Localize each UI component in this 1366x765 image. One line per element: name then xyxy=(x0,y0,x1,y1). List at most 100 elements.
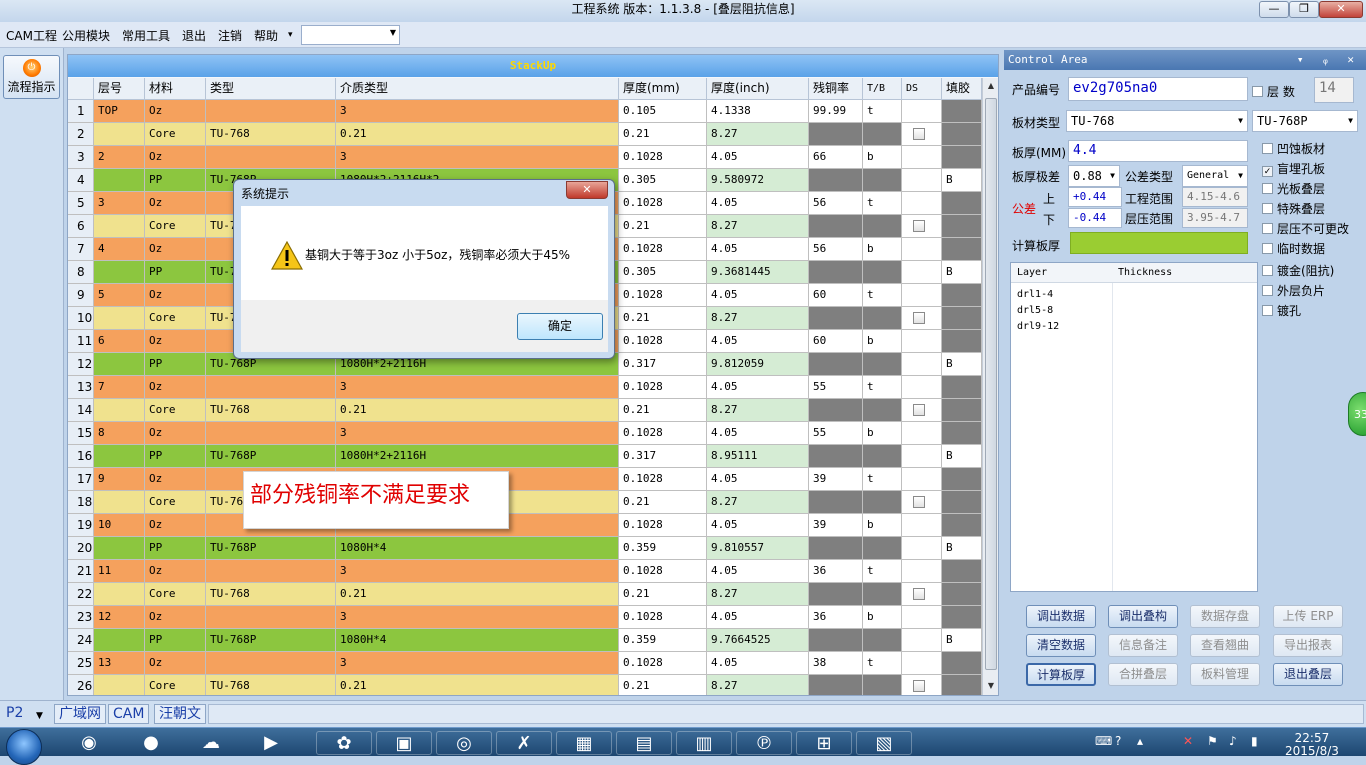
header-thickness-mm[interactable]: 厚度(mm) xyxy=(619,78,707,100)
table-row[interactable]: 25 13 Oz 3 0.1028 4.05 38 t xyxy=(68,652,982,675)
layer-cell[interactable] xyxy=(94,583,145,606)
row-number-cell[interactable]: 1 xyxy=(68,100,94,123)
thickness-mm-cell[interactable]: 0.21 xyxy=(619,215,707,238)
material-cell[interactable]: PP xyxy=(145,353,206,376)
check-special-stack[interactable]: 特殊叠层 xyxy=(1262,200,1325,217)
material-cell[interactable]: Core xyxy=(145,491,206,514)
clock[interactable]: 22:57 2015/8/3 xyxy=(1285,732,1339,758)
table-row[interactable]: 16 PP TU-768P 1080H*2+2116H 0.317 8.95111 B xyxy=(68,445,982,468)
ds-cell[interactable] xyxy=(902,238,942,261)
tb-cell[interactable]: b xyxy=(863,606,902,629)
residual-copper-cell[interactable] xyxy=(809,399,863,422)
dielectric-cell[interactable]: 3 xyxy=(336,376,619,399)
load-data-button[interactable]: 调出数据 xyxy=(1026,605,1096,628)
checkbox-icon[interactable] xyxy=(913,128,925,140)
product-no-field[interactable]: ev2g705na0 xyxy=(1068,77,1248,101)
status-wan[interactable]: 广域网 xyxy=(54,704,106,724)
tb-cell[interactable]: t xyxy=(863,652,902,675)
type-cell[interactable]: TU-768 xyxy=(206,399,336,422)
thickness-inch-cell[interactable]: 4.05 xyxy=(707,606,809,629)
material-cell[interactable]: Oz xyxy=(145,192,206,215)
table-row[interactable]: 13 7 Oz 3 0.1028 4.05 55 t xyxy=(68,376,982,399)
panel-pin-icons[interactable]: ▾ ᵩ ✕ xyxy=(1297,50,1360,70)
residual-copper-cell[interactable]: 66 xyxy=(809,146,863,169)
residual-copper-cell[interactable] xyxy=(809,445,863,468)
flow-indicator-button[interactable]: ⏻ 流程指示 xyxy=(3,55,60,99)
residual-copper-cell[interactable] xyxy=(809,583,863,606)
header-type[interactable]: 类型 xyxy=(206,78,336,100)
row-number-cell[interactable]: 26 xyxy=(68,675,94,695)
ds-cell[interactable] xyxy=(902,284,942,307)
thickness-inch-cell[interactable]: 4.05 xyxy=(707,376,809,399)
row-number-cell[interactable]: 7 xyxy=(68,238,94,261)
material-cell[interactable]: PP xyxy=(145,629,206,652)
layer-cell[interactable]: 12 xyxy=(94,606,145,629)
residual-copper-cell[interactable] xyxy=(809,169,863,192)
layer-cell[interactable]: 13 xyxy=(94,652,145,675)
minimize-button[interactable]: — xyxy=(1259,1,1289,18)
thickness-mm-cell[interactable]: 0.21 xyxy=(619,491,707,514)
row-number-cell[interactable]: 8 xyxy=(68,261,94,284)
scroll-thumb[interactable] xyxy=(985,98,997,670)
layer-cell[interactable]: 3 xyxy=(94,192,145,215)
thickness-inch-cell[interactable]: 4.1338 xyxy=(707,100,809,123)
menu-overflow-arrow[interactable]: ▾ xyxy=(288,30,293,40)
layer-cell[interactable]: 9 xyxy=(94,468,145,491)
thickness-mm-cell[interactable]: 0.105 xyxy=(619,100,707,123)
dielectric-cell[interactable]: 3 xyxy=(336,652,619,675)
thickness-mm-cell[interactable]: 0.359 xyxy=(619,537,707,560)
tb-cell[interactable] xyxy=(863,169,902,192)
table-row[interactable]: 1 TOP Oz 3 0.105 4.1338 99.99 t xyxy=(68,100,982,123)
material-cell[interactable]: Core xyxy=(145,399,206,422)
thickness-inch-cell[interactable]: 8.27 xyxy=(707,491,809,514)
tb-cell[interactable] xyxy=(863,675,902,695)
type-cell[interactable] xyxy=(206,606,336,629)
type-cell[interactable] xyxy=(206,100,336,123)
status-p2[interactable]: P2 xyxy=(6,704,23,724)
residual-copper-cell[interactable] xyxy=(809,261,863,284)
dielectric-cell[interactable]: 1080H*4 xyxy=(336,629,619,652)
type-cell[interactable] xyxy=(206,422,336,445)
residual-copper-cell[interactable]: 39 xyxy=(809,468,863,491)
start-button[interactable] xyxy=(6,729,42,765)
residual-copper-cell[interactable] xyxy=(809,675,863,695)
ds-cell[interactable] xyxy=(902,629,942,652)
row-number-cell[interactable]: 23 xyxy=(68,606,94,629)
check-gold-impedance[interactable]: 镀金(阻抗) xyxy=(1262,262,1334,279)
type-cell[interactable] xyxy=(206,146,336,169)
thickness-inch-cell[interactable]: 4.05 xyxy=(707,422,809,445)
table-row[interactable]: 24 PP TU-768P 1080H*4 0.359 9.7664525 B xyxy=(68,629,982,652)
row-number-cell[interactable]: 5 xyxy=(68,192,94,215)
dielectric-cell[interactable]: 0.21 xyxy=(336,399,619,422)
header-residual-copper[interactable]: 残铜率 xyxy=(809,78,863,100)
menu-combo-box[interactable]: ▼ xyxy=(301,25,400,45)
header-tb[interactable]: T/B xyxy=(863,78,902,100)
check-etchback-board[interactable]: 凹蚀板材 xyxy=(1262,140,1325,157)
table-row[interactable]: 22 Core TU-768 0.21 0.21 8.27 xyxy=(68,583,982,606)
thickness-inch-cell[interactable]: 8.27 xyxy=(707,675,809,695)
eye-app-icon[interactable]: ◎ xyxy=(436,731,492,755)
fill-cell[interactable] xyxy=(942,284,982,307)
ds-cell[interactable] xyxy=(902,100,942,123)
thickness-mm-cell[interactable]: 0.359 xyxy=(619,629,707,652)
ds-cell[interactable] xyxy=(902,330,942,353)
thickness-mm-cell[interactable]: 0.1028 xyxy=(619,422,707,445)
residual-copper-cell[interactable]: 39 xyxy=(809,514,863,537)
table-row[interactable]: 179Oz30.10284.0539t xyxy=(68,468,982,491)
material-cell[interactable]: Oz xyxy=(145,330,206,353)
thickness-mm-cell[interactable]: 0.21 xyxy=(619,675,707,695)
tb-cell[interactable] xyxy=(863,215,902,238)
close-window-button[interactable]: ✕ xyxy=(1319,1,1363,18)
calc-thickness-button[interactable]: 计算板厚 xyxy=(1026,663,1096,686)
row-number-cell[interactable]: 13 xyxy=(68,376,94,399)
fill-cell[interactable] xyxy=(942,146,982,169)
thickness-mm-cell[interactable]: 0.21 xyxy=(619,307,707,330)
thickness-mm-cell[interactable]: 0.1028 xyxy=(619,330,707,353)
check-bare-stack[interactable]: 光板叠层 xyxy=(1262,180,1325,197)
type-cell[interactable]: TU-768P xyxy=(206,445,336,468)
row-number-cell[interactable]: 4 xyxy=(68,169,94,192)
table-row[interactable]: 2 Core TU-768 0.21 0.21 8.27 xyxy=(68,123,982,146)
tb-cell[interactable] xyxy=(863,629,902,652)
thickness-mm-cell[interactable]: 0.1028 xyxy=(619,560,707,583)
thickness-mm-cell[interactable]: 0.317 xyxy=(619,353,707,376)
